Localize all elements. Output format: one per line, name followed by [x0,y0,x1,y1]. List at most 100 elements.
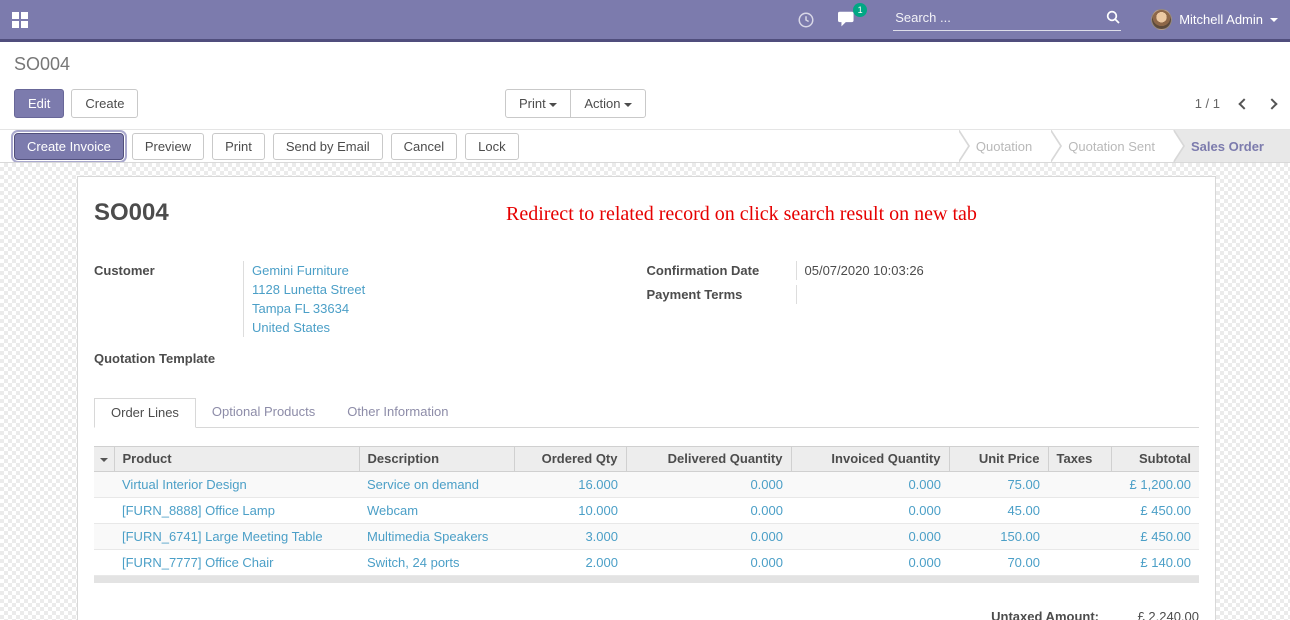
cell-ordered-qty: 2.000 [514,550,626,576]
cell-description: Switch, 24 ports [359,550,514,576]
user-avatar [1151,9,1172,30]
edit-button[interactable]: Edit [14,89,64,118]
create-button[interactable]: Create [71,89,138,118]
user-menu[interactable]: Mitchell Admin [1137,9,1278,30]
lock-button[interactable]: Lock [465,133,518,160]
untaxed-amount-value: £ 2,240.00 [1099,609,1199,620]
messages-icon[interactable]: 1 [837,10,858,29]
tab-optional-products[interactable]: Optional Products [196,398,331,428]
order-lines-table: Product Description Ordered Qty Delivere… [94,446,1199,576]
cell-taxes [1048,550,1111,576]
cell-description: Service on demand [359,472,514,498]
top-navbar: 1 Mitchell Admin [0,0,1290,42]
col-invoiced-quantity[interactable]: Invoiced Quantity [791,447,949,472]
create-invoice-button[interactable]: Create Invoice [14,133,124,160]
payment-terms-value [796,285,1200,304]
search-input[interactable] [893,9,1105,26]
cell-subtotal: £ 1,200.00 [1111,472,1199,498]
caret-down-icon [624,103,632,107]
customer-address-line: 1128 Lunetta Street [252,280,647,299]
print-button[interactable]: Print [212,133,265,160]
notebook-tabs: Order Lines Optional Products Other Info… [94,398,1199,428]
cell-invoiced-qty: 0.000 [791,498,949,524]
cell-delivered-qty: 0.000 [626,498,791,524]
customer-link[interactable]: Gemini Furniture [252,261,647,280]
cell-unit-price: 70.00 [949,550,1048,576]
cell-unit-price: 150.00 [949,524,1048,550]
user-name: Mitchell Admin [1179,12,1263,27]
cell-description: Multimedia Speakers [359,524,514,550]
action-dropdown-button[interactable]: Action [570,89,646,118]
right-field-group: Confirmation Date 05/07/2020 10:03:26 Pa… [647,261,1200,368]
cell-taxes [1048,498,1111,524]
untaxed-amount-label: Untaxed Amount: [991,609,1099,620]
tab-order-lines[interactable]: Order Lines [94,398,196,428]
cell-subtotal: £ 450.00 [1111,498,1199,524]
annotation-text: Redirect to related record on click sear… [506,203,977,226]
cell-invoiced-qty: 0.000 [791,524,949,550]
left-field-group: Customer Gemini Furniture 1128 Lunetta S… [94,261,647,368]
search-icon[interactable] [1105,9,1121,25]
customer-address-line: Tampa FL 33634 [252,299,647,318]
cell-taxes [1048,472,1111,498]
preview-button[interactable]: Preview [132,133,204,160]
global-search [893,9,1121,31]
pager-next-icon[interactable] [1266,98,1277,109]
confirmation-date-value: 05/07/2020 10:03:26 [796,261,1200,280]
quotation-template-value [243,349,647,368]
table-header-row: Product Description Ordered Qty Delivere… [94,447,1199,472]
send-by-email-button[interactable]: Send by Email [273,133,383,160]
action-button-group: Print Action [505,89,646,118]
cell-ordered-qty: 10.000 [514,498,626,524]
cell-unit-price: 75.00 [949,472,1048,498]
pager-value: 1 / 1 [1195,96,1220,111]
step-quotation[interactable]: Quotation [958,130,1050,163]
col-description[interactable]: Description [359,447,514,472]
cell-ordered-qty: 16.000 [514,472,626,498]
step-sales-order[interactable]: Sales Order [1173,130,1290,163]
tab-other-information[interactable]: Other Information [331,398,464,428]
apps-menu-icon[interactable] [12,12,28,28]
print-dropdown-button[interactable]: Print [505,89,571,118]
column-options-toggle[interactable] [94,447,114,472]
customer-label: Customer [94,261,243,337]
col-ordered-qty[interactable]: Ordered Qty [514,447,626,472]
totals-row: Untaxed Amount: £ 2,240.00 [94,609,1199,620]
breadcrumb: SO004 [14,53,1276,75]
status-bar: Create Invoice Preview Print Send by Ema… [0,129,1290,163]
cell-delivered-qty: 0.000 [626,550,791,576]
confirmation-date-label: Confirmation Date [647,261,796,280]
col-unit-price[interactable]: Unit Price [949,447,1048,472]
col-delivered-quantity[interactable]: Delivered Quantity [626,447,791,472]
order-line-row[interactable]: [FURN_8888] Office Lamp Webcam 10.000 0.… [94,498,1199,524]
cell-invoiced-qty: 0.000 [791,550,949,576]
pager-previous-icon[interactable] [1238,98,1249,109]
control-panel: SO004 Edit Create Print Action 1 / 1 [0,42,1290,129]
order-line-row[interactable]: Virtual Interior Design Service on deman… [94,472,1199,498]
cell-delivered-qty: 0.000 [626,524,791,550]
col-product[interactable]: Product [114,447,359,472]
cancel-button[interactable]: Cancel [391,133,457,160]
cell-product: [FURN_6741] Large Meeting Table [114,524,359,550]
cell-description: Webcam [359,498,514,524]
cell-taxes [1048,524,1111,550]
activities-clock-icon[interactable] [797,11,815,29]
cell-ordered-qty: 3.000 [514,524,626,550]
col-subtotal[interactable]: Subtotal [1111,447,1199,472]
form-view-background: SO004 Redirect to related record on clic… [0,163,1290,620]
order-line-row[interactable]: [FURN_6741] Large Meeting Table Multimed… [94,524,1199,550]
caret-down-icon [549,103,557,107]
customer-address-line: United States [252,318,647,337]
cell-product: [FURN_8888] Office Lamp [114,498,359,524]
sort-caret-icon [100,458,108,462]
message-count-badge: 1 [853,3,867,17]
order-line-row[interactable]: [FURN_7777] Office Chair Switch, 24 port… [94,550,1199,576]
table-footer-strip [94,576,1199,583]
payment-terms-label: Payment Terms [647,285,796,304]
sales-order-sheet: SO004 Redirect to related record on clic… [77,176,1216,620]
cell-subtotal: £ 140.00 [1111,550,1199,576]
step-quotation-sent[interactable]: Quotation Sent [1050,130,1173,163]
step-divider [956,130,958,163]
quotation-template-label: Quotation Template [94,349,243,368]
col-taxes[interactable]: Taxes [1048,447,1111,472]
